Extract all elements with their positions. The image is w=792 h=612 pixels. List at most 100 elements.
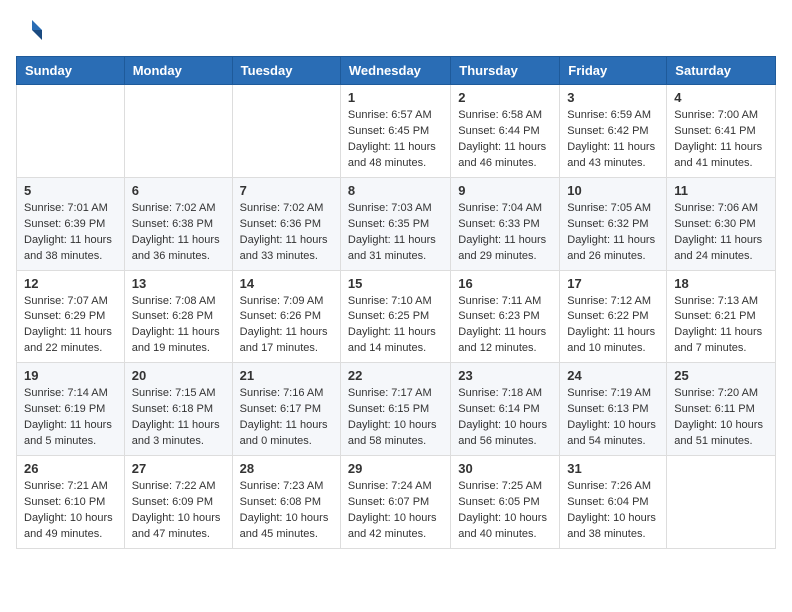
day-number: 7 [240, 183, 333, 198]
calendar-day-cell: 24 Sunrise: 7:19 AM Sunset: 6:13 PM Dayl… [560, 363, 667, 456]
calendar-week-row: 19 Sunrise: 7:14 AM Sunset: 6:19 PM Dayl… [17, 363, 776, 456]
page-header [16, 16, 776, 44]
calendar-day-cell: 31 Sunrise: 7:26 AM Sunset: 6:04 PM Dayl… [560, 456, 667, 549]
calendar-day-cell: 19 Sunrise: 7:14 AM Sunset: 6:19 PM Dayl… [17, 363, 125, 456]
day-of-week-header: Wednesday [340, 57, 450, 85]
day-info: Sunrise: 6:57 AM Sunset: 6:45 PM Dayligh… [348, 108, 443, 172]
day-number: 5 [24, 183, 117, 198]
calendar-day-cell: 14 Sunrise: 7:09 AM Sunset: 6:26 PM Dayl… [232, 270, 340, 363]
day-info: Sunrise: 7:11 AM Sunset: 6:23 PM Dayligh… [458, 294, 552, 358]
calendar-week-row: 1 Sunrise: 6:57 AM Sunset: 6:45 PM Dayli… [17, 85, 776, 178]
day-number: 1 [348, 90, 443, 105]
calendar-day-cell: 10 Sunrise: 7:05 AM Sunset: 6:32 PM Dayl… [560, 177, 667, 270]
calendar-day-cell: 11 Sunrise: 7:06 AM Sunset: 6:30 PM Dayl… [667, 177, 776, 270]
day-number: 24 [567, 368, 659, 383]
day-number: 22 [348, 368, 443, 383]
calendar-week-row: 5 Sunrise: 7:01 AM Sunset: 6:39 PM Dayli… [17, 177, 776, 270]
calendar-day-cell [17, 85, 125, 178]
day-info: Sunrise: 7:01 AM Sunset: 6:39 PM Dayligh… [24, 201, 117, 265]
calendar-day-cell: 6 Sunrise: 7:02 AM Sunset: 6:38 PM Dayli… [124, 177, 232, 270]
day-of-week-header: Monday [124, 57, 232, 85]
day-number: 14 [240, 276, 333, 291]
calendar-day-cell [124, 85, 232, 178]
day-info: Sunrise: 7:18 AM Sunset: 6:14 PM Dayligh… [458, 386, 552, 450]
day-info: Sunrise: 6:59 AM Sunset: 6:42 PM Dayligh… [567, 108, 659, 172]
day-of-week-header: Friday [560, 57, 667, 85]
day-info: Sunrise: 7:12 AM Sunset: 6:22 PM Dayligh… [567, 294, 659, 358]
day-number: 6 [132, 183, 225, 198]
day-of-week-header: Sunday [17, 57, 125, 85]
day-number: 16 [458, 276, 552, 291]
calendar-day-cell: 20 Sunrise: 7:15 AM Sunset: 6:18 PM Dayl… [124, 363, 232, 456]
day-info: Sunrise: 7:17 AM Sunset: 6:15 PM Dayligh… [348, 386, 443, 450]
calendar-day-cell: 27 Sunrise: 7:22 AM Sunset: 6:09 PM Dayl… [124, 456, 232, 549]
calendar-day-cell: 29 Sunrise: 7:24 AM Sunset: 6:07 PM Dayl… [340, 456, 450, 549]
calendar-day-cell: 9 Sunrise: 7:04 AM Sunset: 6:33 PM Dayli… [451, 177, 560, 270]
day-number: 19 [24, 368, 117, 383]
day-of-week-header: Tuesday [232, 57, 340, 85]
calendar-day-cell: 1 Sunrise: 6:57 AM Sunset: 6:45 PM Dayli… [340, 85, 450, 178]
day-number: 2 [458, 90, 552, 105]
day-info: Sunrise: 7:22 AM Sunset: 6:09 PM Dayligh… [132, 479, 225, 543]
day-number: 26 [24, 461, 117, 476]
day-number: 4 [674, 90, 768, 105]
logo-icon [16, 16, 44, 44]
calendar-week-row: 26 Sunrise: 7:21 AM Sunset: 6:10 PM Dayl… [17, 456, 776, 549]
day-info: Sunrise: 7:26 AM Sunset: 6:04 PM Dayligh… [567, 479, 659, 543]
calendar-day-cell: 23 Sunrise: 7:18 AM Sunset: 6:14 PM Dayl… [451, 363, 560, 456]
calendar-day-cell: 17 Sunrise: 7:12 AM Sunset: 6:22 PM Dayl… [560, 270, 667, 363]
calendar-header-row: SundayMondayTuesdayWednesdayThursdayFrid… [17, 57, 776, 85]
day-info: Sunrise: 7:13 AM Sunset: 6:21 PM Dayligh… [674, 294, 768, 358]
day-number: 21 [240, 368, 333, 383]
calendar-day-cell [667, 456, 776, 549]
day-info: Sunrise: 7:21 AM Sunset: 6:10 PM Dayligh… [24, 479, 117, 543]
day-number: 9 [458, 183, 552, 198]
calendar-day-cell: 18 Sunrise: 7:13 AM Sunset: 6:21 PM Dayl… [667, 270, 776, 363]
day-info: Sunrise: 7:08 AM Sunset: 6:28 PM Dayligh… [132, 294, 225, 358]
day-number: 3 [567, 90, 659, 105]
day-info: Sunrise: 7:07 AM Sunset: 6:29 PM Dayligh… [24, 294, 117, 358]
calendar-day-cell: 3 Sunrise: 6:59 AM Sunset: 6:42 PM Dayli… [560, 85, 667, 178]
day-of-week-header: Thursday [451, 57, 560, 85]
day-info: Sunrise: 7:23 AM Sunset: 6:08 PM Dayligh… [240, 479, 333, 543]
day-number: 8 [348, 183, 443, 198]
day-number: 18 [674, 276, 768, 291]
logo [16, 16, 48, 44]
day-number: 17 [567, 276, 659, 291]
day-number: 10 [567, 183, 659, 198]
calendar-day-cell: 21 Sunrise: 7:16 AM Sunset: 6:17 PM Dayl… [232, 363, 340, 456]
day-number: 30 [458, 461, 552, 476]
calendar-day-cell: 16 Sunrise: 7:11 AM Sunset: 6:23 PM Dayl… [451, 270, 560, 363]
day-info: Sunrise: 7:24 AM Sunset: 6:07 PM Dayligh… [348, 479, 443, 543]
calendar-day-cell: 12 Sunrise: 7:07 AM Sunset: 6:29 PM Dayl… [17, 270, 125, 363]
day-of-week-header: Saturday [667, 57, 776, 85]
day-info: Sunrise: 7:04 AM Sunset: 6:33 PM Dayligh… [458, 201, 552, 265]
calendar-day-cell: 15 Sunrise: 7:10 AM Sunset: 6:25 PM Dayl… [340, 270, 450, 363]
day-number: 20 [132, 368, 225, 383]
day-number: 11 [674, 183, 768, 198]
day-number: 29 [348, 461, 443, 476]
day-info: Sunrise: 6:58 AM Sunset: 6:44 PM Dayligh… [458, 108, 552, 172]
calendar-day-cell: 2 Sunrise: 6:58 AM Sunset: 6:44 PM Dayli… [451, 85, 560, 178]
day-info: Sunrise: 7:10 AM Sunset: 6:25 PM Dayligh… [348, 294, 443, 358]
day-info: Sunrise: 7:02 AM Sunset: 6:38 PM Dayligh… [132, 201, 225, 265]
day-info: Sunrise: 7:25 AM Sunset: 6:05 PM Dayligh… [458, 479, 552, 543]
calendar-day-cell: 8 Sunrise: 7:03 AM Sunset: 6:35 PM Dayli… [340, 177, 450, 270]
calendar-day-cell: 28 Sunrise: 7:23 AM Sunset: 6:08 PM Dayl… [232, 456, 340, 549]
day-number: 25 [674, 368, 768, 383]
calendar-day-cell: 30 Sunrise: 7:25 AM Sunset: 6:05 PM Dayl… [451, 456, 560, 549]
calendar-day-cell: 22 Sunrise: 7:17 AM Sunset: 6:15 PM Dayl… [340, 363, 450, 456]
calendar-day-cell: 25 Sunrise: 7:20 AM Sunset: 6:11 PM Dayl… [667, 363, 776, 456]
day-number: 13 [132, 276, 225, 291]
day-info: Sunrise: 7:05 AM Sunset: 6:32 PM Dayligh… [567, 201, 659, 265]
day-info: Sunrise: 7:00 AM Sunset: 6:41 PM Dayligh… [674, 108, 768, 172]
day-info: Sunrise: 7:15 AM Sunset: 6:18 PM Dayligh… [132, 386, 225, 450]
day-info: Sunrise: 7:19 AM Sunset: 6:13 PM Dayligh… [567, 386, 659, 450]
calendar-week-row: 12 Sunrise: 7:07 AM Sunset: 6:29 PM Dayl… [17, 270, 776, 363]
day-info: Sunrise: 7:16 AM Sunset: 6:17 PM Dayligh… [240, 386, 333, 450]
calendar-day-cell: 7 Sunrise: 7:02 AM Sunset: 6:36 PM Dayli… [232, 177, 340, 270]
day-number: 27 [132, 461, 225, 476]
calendar-table: SundayMondayTuesdayWednesdayThursdayFrid… [16, 56, 776, 549]
calendar-day-cell [232, 85, 340, 178]
day-info: Sunrise: 7:06 AM Sunset: 6:30 PM Dayligh… [674, 201, 768, 265]
